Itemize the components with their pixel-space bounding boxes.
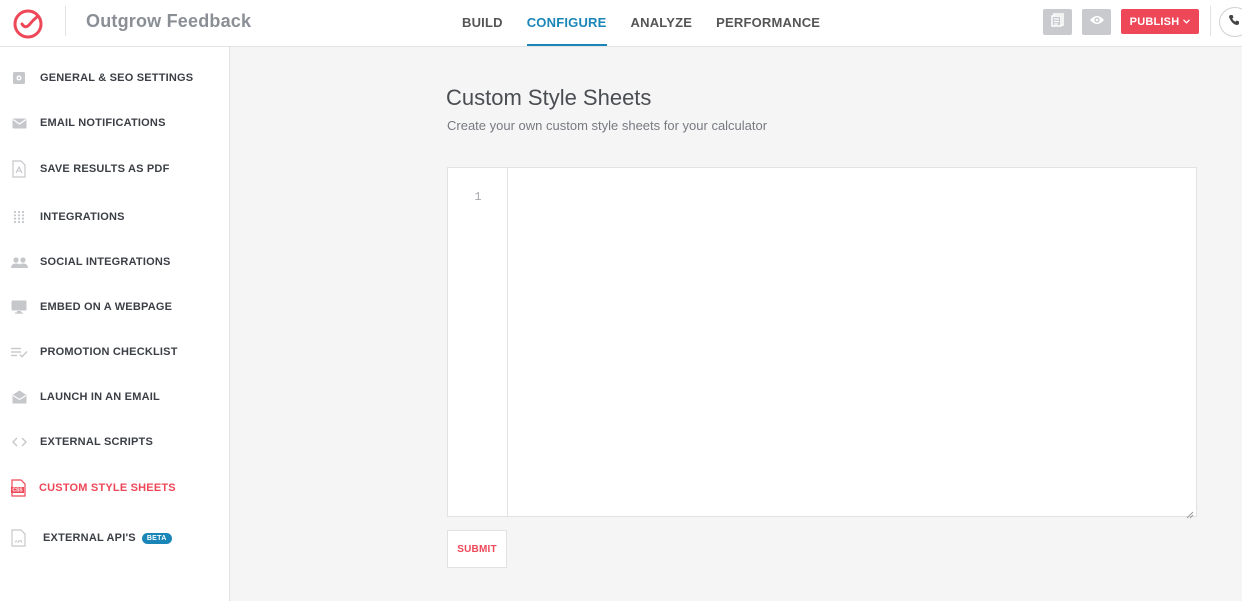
css-code-input[interactable] [508,168,1196,516]
nav-performance[interactable]: PERFORMANCE [716,0,820,46]
nav-analyze[interactable]: ANALYZE [631,0,693,46]
sidebar: GENERAL & SEO SETTINGS EMAIL NOTIFICATIO… [0,47,230,601]
sidebar-item-launch-email[interactable]: LAUNCH IN AN EMAIL [0,382,229,412]
sidebar-item-label: INTEGRATIONS [40,211,125,223]
code-brackets-icon [10,433,28,451]
nav-configure[interactable]: CONFIGURE [526,0,607,46]
line-number-gutter: 1 [448,168,508,516]
envelope-icon [10,114,28,132]
page-title: Custom Style Sheets [446,85,652,110]
pdf-file-icon [10,160,28,178]
sidebar-item-custom-style-sheets[interactable]: CSS CUSTOM STYLE SHEETS [0,473,229,503]
top-bar: Outgrow Feedback BUILD CONFIGURE ANALYZE… [0,0,1242,47]
sidebar-item-external-scripts[interactable]: EXTERNAL SCRIPTS [0,427,229,457]
main-nav: BUILD CONFIGURE ANALYZE PERFORMANCE [462,0,844,46]
sidebar-item-embed-webpage[interactable]: EMBED ON A WEBPAGE [0,292,229,322]
line-number: 1 [474,190,482,204]
app-title: Outgrow Feedback [86,11,252,31]
monitor-icon [10,298,28,316]
svg-text:API: API [15,539,23,544]
document-icon [1050,12,1065,32]
logo-divider [65,6,66,36]
sidebar-item-label: EXTERNAL API'S BETA [43,532,172,544]
sidebar-item-label: GENERAL & SEO SETTINGS [40,72,194,84]
sidebar-item-integrations[interactable]: INTEGRATIONS [0,202,229,232]
sidebar-item-label: SOCIAL INTEGRATIONS [40,256,171,268]
sidebar-item-label: SAVE RESULTS AS PDF [40,163,170,175]
phone-button[interactable] [1219,7,1242,37]
sidebar-item-promotion-checklist[interactable]: PROMOTION CHECKLIST [0,337,229,367]
sidebar-item-external-apis[interactable]: API EXTERNAL API'S BETA [0,523,229,553]
sidebar-item-label: PROMOTION CHECKLIST [40,346,178,358]
phone-icon [1228,13,1240,31]
docs-button[interactable] [1043,9,1072,35]
toolbar-divider [1210,6,1211,36]
sidebar-item-label: EXTERNAL SCRIPTS [40,436,154,448]
css-file-icon: CSS [10,479,28,497]
outgrow-logo-icon[interactable] [12,7,45,40]
people-icon [10,253,28,271]
settings-gear-icon [10,69,28,87]
checklist-icon [10,343,28,361]
sidebar-item-email-notifications[interactable]: EMAIL NOTIFICATIONS [0,108,229,138]
sidebar-item-save-pdf[interactable]: SAVE RESULTS AS PDF [0,154,229,184]
sidebar-item-label-text: EXTERNAL API'S [43,532,136,544]
svg-text:CSS: CSS [12,488,23,494]
preview-button[interactable] [1082,9,1111,35]
page-subtitle: Create your own custom style sheets for … [447,118,768,133]
sidebar-item-social-integrations[interactable]: SOCIAL INTEGRATIONS [0,247,229,277]
css-code-editor: 1 [447,167,1197,519]
beta-badge: BETA [141,532,172,544]
sidebar-item-label: LAUNCH IN AN EMAIL [40,391,160,403]
sidebar-item-label: EMAIL NOTIFICATIONS [40,117,166,129]
submit-button[interactable]: SUBMIT [447,530,507,568]
eye-icon [1089,13,1105,31]
publish-button[interactable]: PUBLISH [1121,9,1199,34]
api-file-icon: API [10,529,28,547]
chevron-down-icon [1183,19,1191,24]
open-envelope-icon [10,388,28,406]
sidebar-item-general-seo[interactable]: GENERAL & SEO SETTINGS [0,63,229,93]
sidebar-item-label: CUSTOM STYLE SHEETS [39,482,176,494]
dot-grid-icon [10,208,28,226]
nav-build[interactable]: BUILD [462,0,503,46]
sidebar-item-label: EMBED ON A WEBPAGE [40,301,173,313]
publish-label: PUBLISH [1129,15,1180,28]
resize-handle-icon[interactable] [1186,506,1194,519]
